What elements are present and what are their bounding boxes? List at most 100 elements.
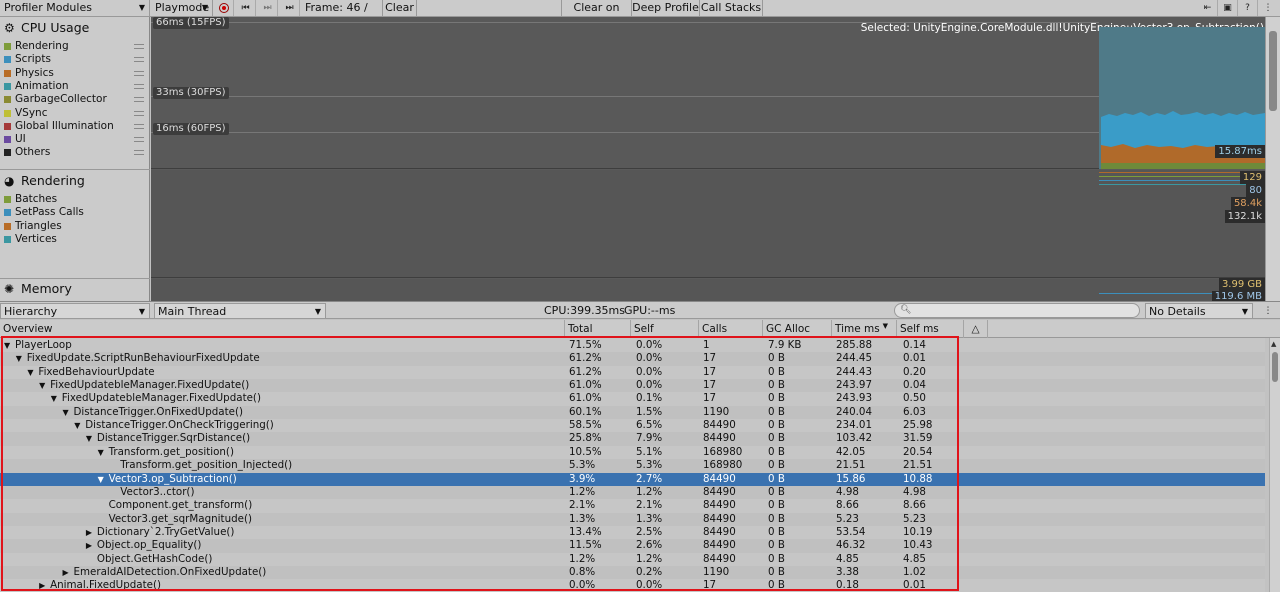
drag-handle-icon[interactable] (134, 150, 144, 156)
table-row[interactable]: ▶ EmeraldAIDetection.OnFixedUpdate() 0.8% 0… (0, 565, 1265, 580)
step-back-icon[interactable]: ⏮ (236, 0, 256, 16)
help-icon[interactable]: ? (1238, 0, 1258, 16)
table-row[interactable]: ▼ Transform.get_position() 10.5% 5.1% 168980… (0, 446, 1265, 459)
column-calls[interactable]: Calls (699, 320, 763, 338)
thread-dropdown[interactable]: Main Thread ▼ (154, 303, 326, 319)
legend-item-batches[interactable]: Batches (4, 193, 146, 206)
profiler-chart-area[interactable]: 66ms (15FPS) 33ms (30FPS) 16ms (60FPS) S… (151, 17, 1280, 301)
clear-on-play-button[interactable]: Clear on Play (561, 0, 632, 30)
fold-open-icon[interactable]: ▼ (98, 446, 104, 459)
legend-label: Rendering (15, 40, 69, 52)
legend-item-vertices[interactable]: Vertices (4, 233, 146, 246)
column-overview[interactable]: Overview (0, 320, 565, 338)
legend-swatch (4, 149, 11, 157)
table-row[interactable]: Object.GetHashCode() 1.2% 1.2% 84490 0 B 4.85… (0, 553, 1265, 566)
table-row[interactable]: Vector3..ctor() 1.2% 1.2% 84490 0 B 4.98 4.98 (0, 485, 1265, 500)
drag-handle-icon[interactable] (134, 70, 144, 76)
table-row[interactable]: ▶ Dictionary`2.TryGetValue() 13.4% 2.5% 8449… (0, 526, 1265, 539)
table-scrollbar-thumb[interactable] (1272, 352, 1278, 382)
chart-scrollbar[interactable] (1265, 17, 1280, 301)
legend-item-scripts[interactable]: Scripts (4, 53, 146, 66)
fold-open-icon[interactable]: ▼ (16, 352, 22, 365)
column-self-ms[interactable]: Self ms (897, 320, 964, 338)
cell-calls: 168980 (703, 459, 743, 472)
table-row[interactable]: ▼ FixedUpdatebleManager.FixedUpdate() 61.0… (0, 379, 1265, 393)
column-gc-alloc[interactable]: GC Alloc (763, 320, 832, 338)
load-icon[interactable]: ⇤ (1198, 0, 1218, 16)
table-row[interactable]: Transform.get_position_Injected() 5.3% 5.3… (0, 459, 1265, 473)
view-mode-dropdown[interactable]: Hierarchy ▼ (0, 303, 150, 319)
fold-open-icon[interactable]: ▼ (4, 339, 10, 352)
search-field[interactable]: 🔍︎ (894, 303, 1140, 318)
drag-handle-icon[interactable] (134, 137, 144, 143)
fold-closed-icon[interactable]: ▶ (86, 526, 92, 539)
clear-button[interactable]: Clear (382, 0, 417, 16)
table-scrollbar[interactable]: ▲ (1269, 338, 1280, 592)
chart-scrollbar-thumb[interactable] (1269, 31, 1277, 111)
profiler-modules-dropdown[interactable]: Profiler Modules ▼ (0, 0, 150, 16)
legend-item-others[interactable]: Others (4, 146, 146, 159)
table-row[interactable]: ▼ FixedBehaviourUpdate 61.2% 0.0% 17 0 B 244.4… (0, 366, 1265, 379)
table-row-selected[interactable]: ▼ Vector3.op_Subtraction() 3.9% 2.7% 84490 0 … (0, 472, 1265, 486)
column-time-ms[interactable]: Time ms ▼ (832, 320, 897, 338)
call-stacks-button[interactable]: Call Stacks (700, 0, 763, 16)
drag-handle-icon[interactable] (134, 44, 144, 49)
table-row[interactable]: Vector3.get_sqrMagnitude() 1.3% 1.3% 84490 0… (0, 512, 1265, 526)
fold-open-icon[interactable]: ▼ (39, 379, 45, 392)
fold-closed-icon[interactable]: ▶ (39, 579, 45, 592)
column-total[interactable]: Total (565, 320, 631, 338)
fold-open-icon[interactable]: ▼ (86, 432, 92, 445)
drag-handle-icon[interactable] (134, 57, 144, 63)
sample-name: FixedBehaviourUpdate (38, 365, 155, 378)
fold-closed-icon[interactable]: ▶ (86, 539, 92, 552)
legend-item-ui[interactable]: UI (4, 133, 146, 146)
table-row[interactable]: ▼ FixedUpdate.ScriptRunBehaviourFixedUpda… (0, 352, 1265, 366)
drag-handle-icon[interactable] (134, 110, 144, 116)
details-dropdown[interactable]: No Details ▼ (1145, 303, 1253, 319)
cell-calls: 1 (703, 339, 710, 351)
drag-handle-icon[interactable] (134, 83, 144, 89)
table-row[interactable]: ▶ Object.op_Equality() 11.5% 2.6% 84490 0 B 46… (0, 539, 1265, 553)
warning-column-icon[interactable]: △ (964, 320, 988, 338)
fold-open-icon[interactable]: ▼ (98, 473, 104, 486)
current-frame-column: 15.87ms 129 80 58.4k 132.1k 3.99 GB 119.… (1099, 17, 1265, 301)
hierarchy-toolbar: Hierarchy ▼ Main Thread ▼ CPU:399.35ms G… (0, 301, 1280, 319)
legend-item-vsync[interactable]: VSync (4, 107, 146, 120)
cell-total: 1.2% (569, 485, 596, 498)
search-input[interactable] (911, 305, 1131, 317)
scroll-up-icon[interactable]: ▲ (1271, 340, 1276, 348)
step-forward-icon[interactable]: ⏭ (258, 0, 278, 16)
table-row[interactable]: ▼ FixedUpdatebleManager.FixedUpdate() 61.0… (0, 392, 1265, 405)
legend-item-physics[interactable]: Physics (4, 67, 146, 80)
record-icon[interactable] (214, 0, 234, 16)
fold-open-icon[interactable]: ▼ (63, 406, 69, 419)
column-self[interactable]: Self (631, 320, 699, 338)
table-row[interactable]: ▼ PlayerLoop 71.5% 0.0% 1 7.9 KB 285.88 0.14 (0, 339, 1265, 352)
legend-item-triangles[interactable]: Triangles (4, 220, 146, 233)
memory-icon: ✺ (4, 282, 15, 296)
table-row[interactable]: ▶ Animal.FixedUpdate() 0.0% 0.0% 17 0 B 0.18 0.… (0, 579, 1265, 592)
legend-item-garbagecollector[interactable]: GarbageCollector (4, 93, 146, 106)
drag-handle-icon[interactable] (134, 123, 144, 129)
fold-open-icon[interactable]: ▼ (51, 392, 57, 405)
legend-item-rendering[interactable]: Rendering (4, 40, 146, 53)
table-row[interactable]: ▼ DistanceTrigger.OnFixedUpdate() 60.1% 1.5… (0, 405, 1265, 420)
skip-to-end-icon[interactable]: ⏭ (280, 0, 300, 16)
cell-self: 0.0% (636, 579, 663, 592)
table-row[interactable]: ▼ DistanceTrigger.SqrDistance() 25.8% 7.9% 8… (0, 432, 1265, 446)
legend-item-global-illumination[interactable]: Global Illumination (4, 120, 146, 133)
cell-gc: 0 B (768, 512, 785, 525)
fold-open-icon[interactable]: ▼ (27, 366, 33, 379)
table-row[interactable]: ▼ DistanceTrigger.OnCheckTriggering() 58.5… (0, 419, 1265, 432)
legend-item-animation[interactable]: Animation (4, 80, 146, 93)
menu-icon[interactable]: ⋮ (1258, 0, 1278, 16)
drag-handle-icon[interactable] (134, 97, 144, 103)
fold-closed-icon[interactable]: ▶ (63, 566, 69, 579)
table-row[interactable]: Component.get_transform() 2.1% 2.1% 84490 0 … (0, 499, 1265, 512)
save-icon[interactable]: ▣ (1218, 0, 1238, 16)
legend-item-setpass-calls[interactable]: SetPass Calls (4, 206, 146, 219)
deep-profile-button[interactable]: Deep Profile (632, 0, 700, 16)
fold-open-icon[interactable]: ▼ (74, 419, 80, 432)
options-menu-icon[interactable]: ⋮ (1258, 303, 1278, 319)
playmode-dropdown[interactable]: Playmode ▼ (151, 0, 213, 16)
